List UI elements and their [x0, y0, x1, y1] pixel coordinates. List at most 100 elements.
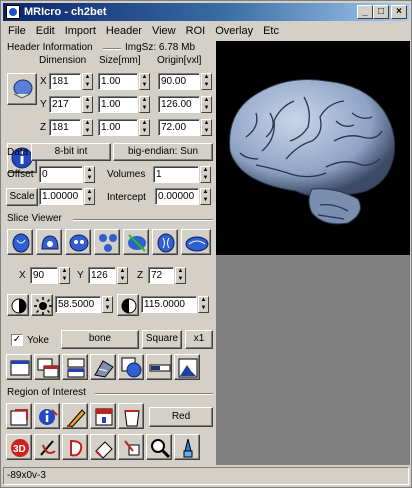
- minimize-button[interactable]: _: [357, 5, 373, 19]
- roi-color-button[interactable]: Red: [149, 407, 213, 427]
- zoom-button[interactable]: x1: [185, 330, 213, 349]
- data-type-button[interactable]: 8-bit int: [31, 143, 111, 161]
- z-origin-spinner[interactable]: ▲ ▼: [201, 119, 212, 136]
- multiplanar-view-button[interactable]: [94, 229, 120, 255]
- overlay-view-button[interactable]: [118, 354, 144, 380]
- zoom-tool-button[interactable]: [146, 434, 172, 460]
- yoke-label: Yoke: [27, 335, 49, 346]
- magnifier-icon: [151, 439, 171, 459]
- dual-view-button[interactable]: [34, 354, 60, 380]
- volumes-field[interactable]: 1: [153, 166, 199, 183]
- menu-view[interactable]: View: [147, 25, 181, 37]
- multiplanar-view-icon: [99, 234, 117, 252]
- intercept-spinner[interactable]: ▲ ▼: [200, 188, 211, 205]
- roi-pen-button[interactable]: [62, 403, 88, 429]
- slice-z-spinner[interactable]: ▲ ▼: [175, 267, 186, 284]
- oblique-view-button[interactable]: [123, 229, 149, 255]
- shape-button[interactable]: Square: [142, 330, 182, 349]
- histogram-icon: [178, 358, 198, 378]
- slice-x-label: X: [19, 270, 26, 281]
- z-origin-field[interactable]: 72.00: [158, 119, 200, 136]
- menu-edit[interactable]: Edit: [31, 25, 60, 37]
- menu-import[interactable]: Import: [60, 25, 101, 37]
- open-image-button[interactable]: [7, 73, 37, 105]
- sagittal-view-button[interactable]: [65, 229, 91, 255]
- menu-overlay[interactable]: Overlay: [210, 25, 258, 37]
- mosaic-button[interactable]: [90, 354, 116, 380]
- z-dimension-field[interactable]: 181: [49, 119, 81, 136]
- col-size-label: Size[mm]: [99, 55, 141, 66]
- axial-view-button[interactable]: [7, 229, 33, 255]
- menu-etc[interactable]: Etc: [258, 25, 284, 37]
- menu-file[interactable]: File: [3, 25, 31, 37]
- auto-contrast-button[interactable]: [7, 294, 29, 316]
- roi-dropper-button[interactable]: [174, 434, 200, 460]
- offset-field[interactable]: 0: [39, 166, 83, 183]
- slice-view-button[interactable]: [152, 229, 178, 255]
- x-size-field[interactable]: 1.00: [98, 73, 138, 90]
- slice-z-field[interactable]: 72: [148, 267, 174, 284]
- roi-3d-button[interactable]: 3D: [6, 434, 32, 460]
- menu-roi[interactable]: ROI: [181, 25, 211, 37]
- roi-clear-button[interactable]: [118, 403, 144, 429]
- x-origin-spinner[interactable]: ▲ ▼: [201, 73, 212, 90]
- scale-button[interactable]: Scale: [6, 188, 38, 206]
- brightness-button[interactable]: [31, 294, 53, 316]
- x-origin-field[interactable]: 90.00: [158, 73, 200, 90]
- lut-button[interactable]: bone: [61, 330, 139, 349]
- roi-open-button[interactable]: [6, 403, 32, 429]
- maximize-button[interactable]: □: [373, 5, 389, 19]
- render-brain-icon: [185, 236, 209, 252]
- coronal-view-button[interactable]: [36, 229, 62, 255]
- brightness-spinner[interactable]: ▲ ▼: [102, 296, 113, 313]
- slice-y-spinner[interactable]: ▲ ▼: [117, 267, 128, 284]
- slice-y-field[interactable]: 126: [88, 267, 116, 284]
- overlay-icon: [121, 357, 142, 378]
- y-origin-field[interactable]: 126.00: [158, 96, 200, 113]
- roi-fill-button[interactable]: [62, 434, 88, 460]
- yoke-checkbox[interactable]: ✓: [11, 334, 23, 346]
- roi-brush-button[interactable]: [118, 434, 144, 460]
- endian-button[interactable]: big-endian: Sun: [113, 143, 213, 161]
- windows-icon: [37, 358, 59, 378]
- roi-save-button[interactable]: [90, 403, 116, 429]
- tile-view-button[interactable]: [62, 354, 88, 380]
- z-dimension-spinner[interactable]: ▲ ▼: [82, 119, 93, 136]
- brain-slice-icon: [157, 233, 175, 253]
- render-view-button[interactable]: [181, 229, 211, 255]
- contrast-button[interactable]: [117, 294, 139, 316]
- intercept-field[interactable]: 0.00000: [155, 188, 199, 205]
- single-view-button[interactable]: [6, 354, 32, 380]
- y-dimension-field[interactable]: 217: [49, 96, 81, 113]
- x-dimension-spinner[interactable]: ▲ ▼: [82, 73, 93, 90]
- slice-x-field[interactable]: 90: [30, 267, 58, 284]
- roi-info-button[interactable]: [34, 403, 60, 429]
- image-viewer[interactable]: [216, 41, 410, 255]
- window-icon: [10, 360, 30, 376]
- y-size-field[interactable]: 1.00: [98, 96, 138, 113]
- slice-x-spinner[interactable]: ▲ ▼: [59, 267, 70, 284]
- contrast-field[interactable]: 115.0000: [141, 296, 197, 313]
- scale-field[interactable]: 1.00000: [39, 188, 83, 205]
- z-size-field[interactable]: 1.00: [98, 119, 138, 136]
- close-button[interactable]: ×: [391, 5, 407, 19]
- title-bar[interactable]: MRIcro - ch2bet _ □ ×: [3, 3, 409, 21]
- dropper-icon: [183, 438, 193, 458]
- z-size-spinner[interactable]: ▲ ▼: [139, 119, 150, 136]
- y-origin-spinner[interactable]: ▲ ▼: [201, 96, 212, 113]
- roi-draw-button[interactable]: [34, 434, 60, 460]
- brightness-field[interactable]: 58.5000: [55, 296, 101, 313]
- x-size-spinner[interactable]: ▲ ▼: [139, 73, 150, 90]
- offset-spinner[interactable]: ▲ ▼: [84, 166, 95, 183]
- colorbar-button[interactable]: [146, 354, 172, 380]
- scale-spinner[interactable]: ▲ ▼: [84, 188, 95, 205]
- menu-header[interactable]: Header: [101, 25, 147, 37]
- x-dimension-field[interactable]: 181: [49, 73, 81, 90]
- y-dimension-spinner[interactable]: ▲ ▼: [82, 96, 93, 113]
- contrast-spinner[interactable]: ▲ ▼: [198, 296, 209, 313]
- y-size-spinner[interactable]: ▲ ▼: [139, 96, 150, 113]
- app-icon: [6, 5, 20, 19]
- histogram-button[interactable]: [174, 354, 200, 380]
- volumes-spinner[interactable]: ▲ ▼: [200, 166, 211, 183]
- roi-erase-button[interactable]: [90, 434, 116, 460]
